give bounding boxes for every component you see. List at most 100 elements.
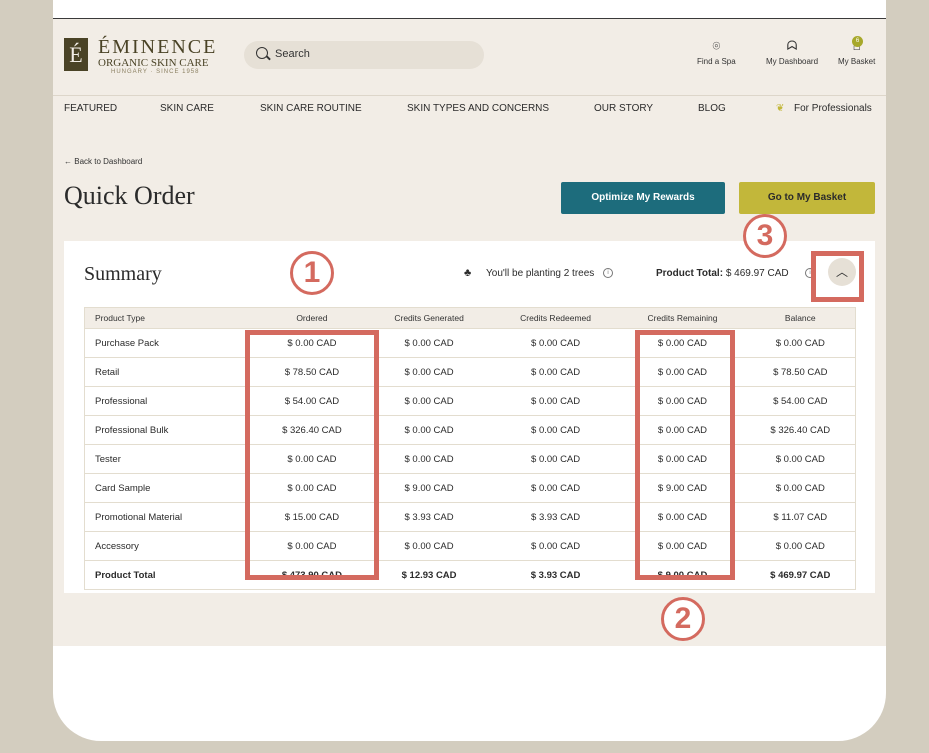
nav-item-for-professionals[interactable]: For Professionals [794,103,872,114]
table-row: Card Sample $ 0.00 CAD $ 9.00 CAD $ 0.00… [84,473,856,503]
table-cell: $ 469.97 CAD [745,560,856,590]
table-cell: $ 3.93 CAD [366,502,492,532]
table-cell: $ 54.00 CAD [745,386,856,416]
table-cell: $ 0.00 CAD [366,415,492,445]
table-cell: $ 0.00 CAD [745,473,856,503]
table-row: Retail $ 78.50 CAD $ 0.00 CAD $ 0.00 CAD… [84,357,856,387]
table-cell: Accessory [84,531,258,561]
optimize-rewards-button[interactable]: Optimize My Rewards [561,182,725,214]
search-input[interactable]: Search [244,41,484,69]
column-header: Credits Generated [366,307,492,329]
table-cell: Tester [84,444,258,474]
table-cell: $ 0.00 CAD [745,531,856,561]
table-cell: $ 0.00 CAD [366,444,492,474]
search-placeholder: Search [275,48,310,60]
tree-icon: ♣ [464,267,472,279]
table-cell: $ 3.93 CAD [491,560,620,590]
nav-item-skin-care[interactable]: SKIN CARE [160,103,214,114]
table-cell: $ 9.00 CAD [366,473,492,503]
basket-count-badge: 6 [852,36,863,47]
table-cell: Professional Bulk [84,415,258,445]
table-row: Professional $ 54.00 CAD $ 0.00 CAD $ 0.… [84,386,856,416]
column-header: Balance [745,307,856,329]
basket-icon: ⌂6 [838,36,875,53]
leaf-icon: ❦ [776,103,785,114]
basket-label: My Basket [838,57,876,66]
table-cell: $ 0.00 CAD [491,357,620,387]
table-cell: $ 0.00 CAD [491,328,620,358]
table-cell: $ 0.00 CAD [745,328,856,358]
callout-badge-3: 3 [743,214,787,258]
column-header: Product Type [84,307,258,329]
table-total-row: Product Total $ 473.90 CAD $ 12.93 CAD $… [84,560,856,590]
table-cell: $ 11.07 CAD [745,502,856,532]
trees-message: ♣ You'll be planting 2 trees i [464,267,614,279]
table-cell: $ 0.00 CAD [491,444,620,474]
table-row: Accessory $ 0.00 CAD $ 0.00 CAD $ 0.00 C… [84,531,856,561]
column-header: Credits Remaining [619,307,746,329]
find-spa-link[interactable]: ⌾ Find a Spa [697,38,736,67]
column-header: Ordered [257,307,367,329]
dashboard-label: My Dashboard [766,57,819,66]
info-icon[interactable]: i [603,268,614,279]
nav-item-skin-types[interactable]: SKIN TYPES AND CONCERNS [407,103,549,114]
back-link[interactable]: ← Back to Dashboard [64,157,142,166]
nav-item-featured[interactable]: FEATURED [64,103,117,114]
table-cell: $ 0.00 CAD [491,473,620,503]
table-cell: $ 0.00 CAD [366,357,492,387]
summary-card: Summary ♣ You'll be planting 2 trees i P… [64,241,875,593]
callout-badge-1: 1 [290,251,334,295]
table-row: Purchase Pack $ 0.00 CAD $ 0.00 CAD $ 0.… [84,328,856,358]
table-cell: $ 326.40 CAD [745,415,856,445]
table-cell: $ 0.00 CAD [745,444,856,474]
table-cell: $ 0.00 CAD [366,386,492,416]
table-cell: $ 3.93 CAD [491,502,620,532]
highlight-credits-remaining-column [635,330,735,580]
brand-name[interactable]: ÉMINENCE [98,36,217,59]
find-spa-label: Find a Spa [697,57,736,66]
table-header-row: Product Type Ordered Credits Generated C… [84,307,856,329]
site-header: É ÉMINENCE ORGANIC SKIN CARE HUNGARY · S… [53,19,886,95]
nav-item-blog[interactable]: BLOG [698,103,726,114]
table-cell: Promotional Material [84,502,258,532]
page-title: Quick Order [64,181,195,210]
table-cell: Purchase Pack [84,328,258,358]
nav-item-skin-care-routine[interactable]: SKIN CARE ROUTINE [260,103,362,114]
summary-table: Product Type Ordered Credits Generated C… [84,307,856,590]
arrow-left-icon: ← [64,157,72,166]
table-cell: Card Sample [84,473,258,503]
table-row: Professional Bulk $ 326.40 CAD $ 0.00 CA… [84,415,856,445]
nav-item-our-story[interactable]: OUR STORY [594,103,653,114]
highlight-collapse-button [811,251,864,302]
callout-badge-2: 2 [661,597,705,641]
main-nav: FEATURED SKIN CARE SKIN CARE ROUTINE SKI… [53,95,886,124]
location-pin-icon: ⌾ [712,38,721,53]
table-cell: $ 12.93 CAD [366,560,492,590]
table-cell: Product Total [84,560,258,590]
search-icon [256,47,268,59]
table-cell: $ 0.00 CAD [491,531,620,561]
highlight-ordered-column [245,330,379,580]
logo-mark[interactable]: É [64,38,88,71]
table-row: Promotional Material $ 15.00 CAD $ 3.93 … [84,502,856,532]
table-cell: $ 0.00 CAD [491,386,620,416]
dashboard-link[interactable]: ᗣ My Dashboard [766,38,819,67]
product-total-summary: Product Total: $ 469.97 CAD [656,268,789,279]
go-to-basket-button[interactable]: Go to My Basket [739,182,875,214]
table-cell: $ 0.00 CAD [366,531,492,561]
product-total-label: Product Total: [656,268,724,279]
basket-link[interactable]: ⌂6 My Basket [838,36,876,66]
back-label: Back to Dashboard [74,157,143,166]
main-content: ← Back to Dashboard Quick Order Optimize… [53,123,886,646]
column-header: Credits Redeemed [491,307,620,329]
brand-subtitle: ORGANIC SKIN CARE [98,57,209,69]
trees-text: You'll be planting 2 trees [486,268,595,279]
table-cell: $ 0.00 CAD [491,415,620,445]
product-total-value: $ 469.97 CAD [725,268,789,279]
table-cell: $ 78.50 CAD [745,357,856,387]
brand-tagline: HUNGARY · SINCE 1958 [111,69,200,75]
table-cell: $ 0.00 CAD [366,328,492,358]
summary-title: Summary [84,263,162,285]
user-icon: ᗣ [786,38,798,53]
device-frame: É ÉMINENCE ORGANIC SKIN CARE HUNGARY · S… [53,0,886,741]
